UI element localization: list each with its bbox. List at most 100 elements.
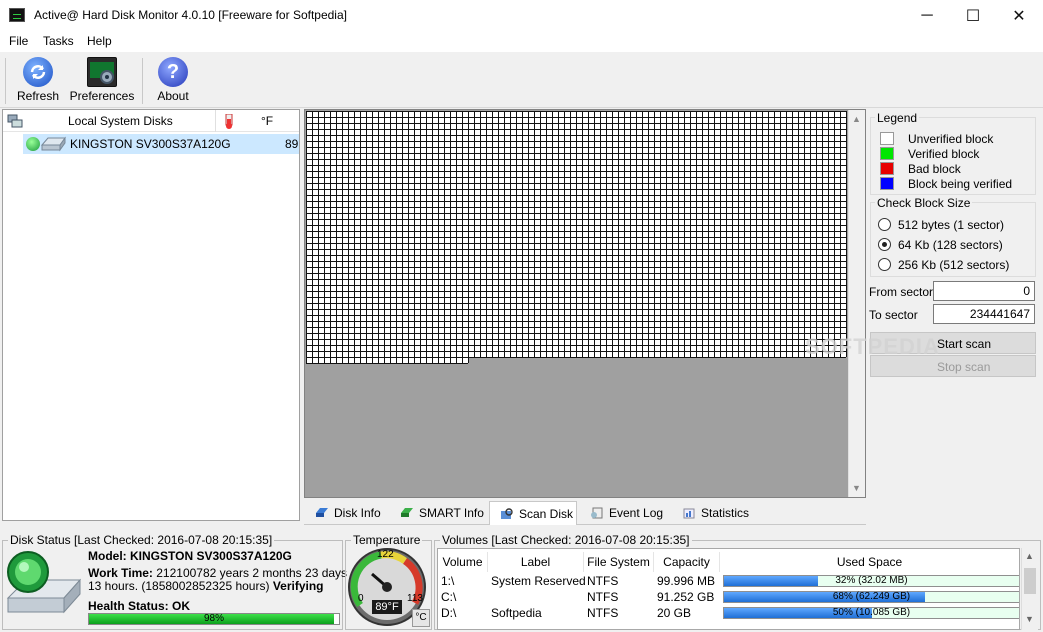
- scroll-down-arrow-icon[interactable]: ▼: [852, 483, 861, 493]
- disk-tree-header: Local System Disks °F: [3, 110, 299, 132]
- volume-row[interactable]: C:\ NTFS 91.252 GB 68% (62.249 GB): [438, 589, 1019, 605]
- scan-disk-icon: [501, 507, 513, 519]
- gauge-right-label: 113: [407, 593, 423, 604]
- model-row: Model: KINGSTON SV300S37A120G: [88, 549, 292, 563]
- volumes-scroll-thumb[interactable]: [1024, 568, 1036, 594]
- temp-unit-label: °F: [261, 114, 274, 128]
- used-space-bar: 32% (32.02 MB): [723, 575, 1019, 587]
- disk-tree-item-kingston[interactable]: KINGSTON SV300S37A120G 89: [23, 134, 299, 154]
- health-value: OK: [172, 599, 191, 613]
- tab-strip-border: [304, 524, 866, 525]
- volume-cell-fs: NTFS: [587, 590, 619, 604]
- volumes-scroll-up-icon[interactable]: ▲: [1025, 551, 1034, 561]
- volume-cell-capacity: 91.252 GB: [657, 590, 715, 604]
- close-button[interactable]: ✕: [996, 0, 1042, 31]
- legend-swatch: [880, 162, 894, 175]
- tab-statistics-label: Statistics: [701, 505, 750, 520]
- work-time-row: Work Time: 212100782 years 2 months 23 d…: [88, 566, 347, 580]
- menu-help[interactable]: Help: [87, 34, 112, 48]
- refresh-icon: [23, 57, 53, 87]
- disk-tree: Local System Disks °F KINGSTON SV300S37A…: [2, 109, 300, 521]
- stop-scan-label: Stop scan: [937, 360, 991, 374]
- celsius-toggle-button[interactable]: °C: [412, 609, 430, 627]
- to-sector-label: To sector: [869, 308, 918, 322]
- preferences-icon: [87, 57, 117, 87]
- legend-swatch: [880, 147, 894, 160]
- tab-scan-disk[interactable]: Scan Disk: [489, 501, 577, 525]
- about-button[interactable]: ? About: [152, 57, 194, 107]
- volumes-table: Volume Label File System Capacity Used S…: [437, 548, 1020, 630]
- gauge-top-label: 122: [377, 549, 394, 560]
- legend-label: Unverified block: [908, 132, 994, 146]
- tab-scan-disk-label: Scan Disk: [519, 506, 574, 521]
- disk-health-icon: [26, 137, 40, 151]
- tab-event-log[interactable]: Event Log: [580, 501, 668, 524]
- window-title: Active@ Hard Disk Monitor 4.0.10 [Freewa…: [34, 8, 347, 22]
- minimize-button[interactable]: ─: [904, 0, 950, 31]
- toolbar: Refresh Preferences ? About: [0, 52, 1043, 108]
- volume-cell-fs: NTFS: [587, 606, 619, 620]
- tab-statistics[interactable]: Statistics: [672, 501, 758, 524]
- temperature-title: Temperature: [351, 533, 423, 547]
- temperature-reading: 89°F: [372, 600, 402, 614]
- disk-name: KINGSTON SV300S37A120G: [70, 137, 231, 151]
- work-time-label: Work Time:: [88, 566, 153, 580]
- col-volume[interactable]: Volume: [438, 552, 488, 572]
- softpedia-watermark: SOFTPEDIA: [805, 334, 940, 359]
- from-sector-field[interactable]: 0: [933, 281, 1035, 301]
- legend-label: Bad block: [908, 162, 961, 176]
- scan-block-map: ▲ ▼: [304, 109, 866, 498]
- tab-disk-info[interactable]: Disk Info: [305, 501, 387, 524]
- tab-disk-info-label: Disk Info: [334, 505, 381, 520]
- used-space-bar: 68% (62.249 GB): [723, 591, 1019, 603]
- refresh-label: Refresh: [16, 89, 60, 103]
- thermometer-icon: [225, 114, 233, 129]
- tab-smart-info[interactable]: SMART Info: [390, 501, 486, 524]
- to-sector-field[interactable]: 234441647: [933, 304, 1035, 324]
- volume-row[interactable]: D:\ Softpedia NTFS 20 GB 50% (10.085 GB): [438, 605, 1019, 621]
- menu-file[interactable]: File: [9, 34, 28, 48]
- block-size-option-label[interactable]: 64 Kb (128 sectors): [898, 238, 1003, 252]
- help-icon: ?: [158, 57, 188, 87]
- block-size-option-label[interactable]: 256 Kb (512 sectors): [898, 258, 1009, 272]
- volumes-scrollbar[interactable]: ▲ ▼: [1021, 548, 1038, 630]
- from-sector-label: From sector: [869, 285, 934, 299]
- volumes-title: Volumes [Last Checked: 2016-07-08 20:15:…: [440, 533, 692, 547]
- volume-row[interactable]: 1:\ System Reserved NTFS 99.996 MB 32% (32.0…: [438, 573, 1019, 589]
- disk-status-title: Disk Status [Last Checked: 2016-07-08 20…: [8, 533, 275, 547]
- legend-swatch: [880, 177, 894, 190]
- block-size-option-label[interactable]: 512 bytes (1 sector): [898, 218, 1004, 232]
- block-size-radio[interactable]: [878, 258, 891, 271]
- app-icon: [9, 8, 25, 22]
- preferences-button[interactable]: Preferences: [70, 57, 134, 107]
- preferences-label: Preferences: [69, 89, 135, 103]
- scroll-up-arrow-icon[interactable]: ▲: [852, 114, 861, 124]
- health-bar: 98%: [88, 613, 340, 625]
- verifying-status: Verifying: [272, 579, 324, 593]
- health-percent: 98%: [203, 613, 224, 624]
- volume-cell-capacity: 20 GB: [657, 606, 692, 620]
- volume-cell-fs: NTFS: [587, 574, 619, 588]
- tab-smart-info-label: SMART Info: [419, 505, 484, 520]
- volume-cell-capacity: 99.996 MB: [657, 574, 716, 588]
- menu-tasks[interactable]: Tasks: [43, 34, 74, 48]
- block-size-radio[interactable]: [878, 218, 891, 231]
- smart-info-icon: [401, 507, 413, 517]
- disk-status-drive-icon: [6, 551, 82, 614]
- col-file-system[interactable]: File System: [584, 552, 654, 572]
- used-space-text: 68% (62.249 GB): [832, 591, 911, 602]
- block-size-radio[interactable]: [878, 238, 891, 251]
- volumes-scroll-down-icon[interactable]: ▼: [1025, 614, 1034, 624]
- tab-event-log-label: Event Log: [609, 505, 664, 520]
- maximize-button[interactable]: ☐: [950, 0, 996, 31]
- refresh-button[interactable]: Refresh: [14, 57, 62, 107]
- col-used-space[interactable]: Used Space: [720, 552, 1019, 572]
- about-label: About: [157, 89, 189, 103]
- col-label[interactable]: Label: [488, 552, 584, 572]
- map-scrollbar[interactable]: ▲ ▼: [848, 110, 865, 497]
- col-capacity[interactable]: Capacity: [654, 552, 720, 572]
- volume-cell-label: System Reserved: [491, 574, 586, 588]
- volume-cell-label: Softpedia: [491, 606, 542, 620]
- computer-disks-icon: [7, 114, 23, 128]
- used-space-text: 32% (32.02 MB): [835, 575, 908, 586]
